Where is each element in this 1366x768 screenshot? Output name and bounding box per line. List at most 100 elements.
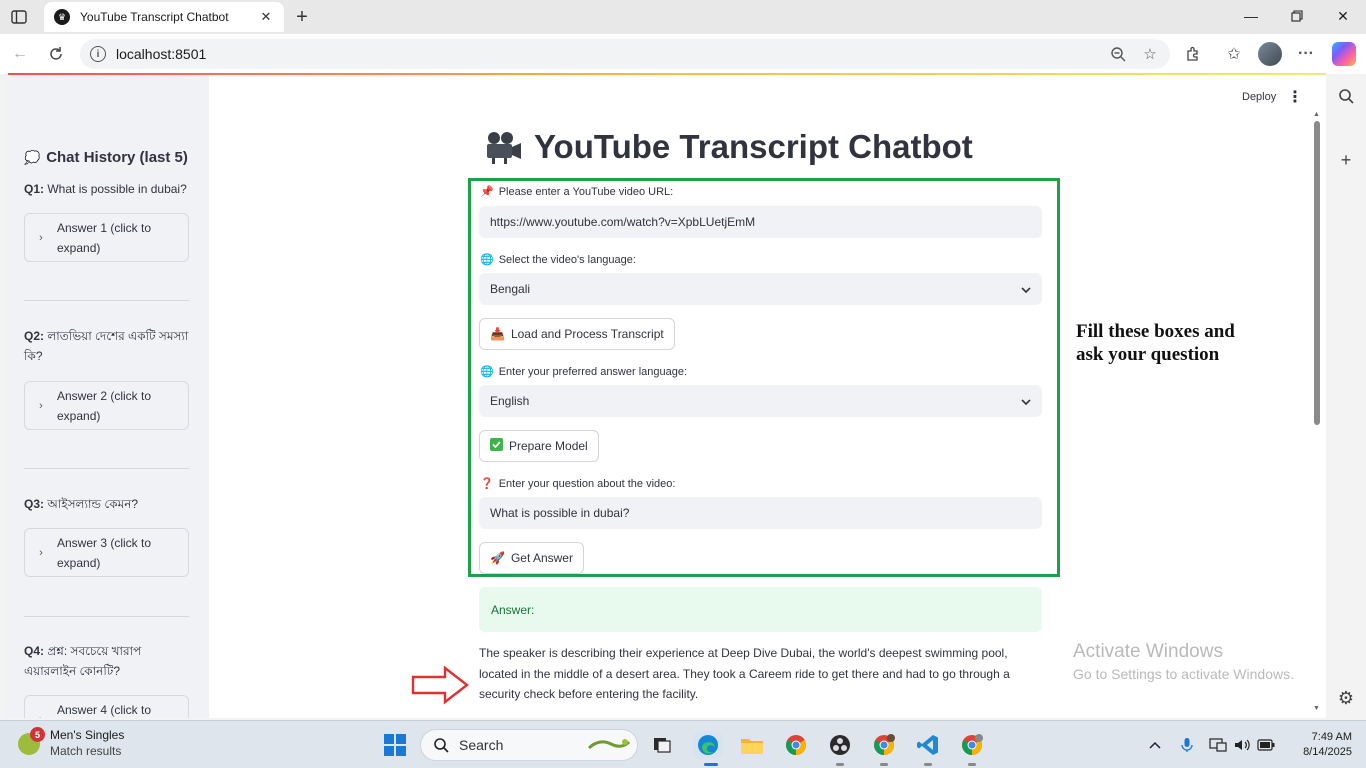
streamlit-favicon-icon: ♛ <box>54 9 70 25</box>
history-question: Q2: লাতভিয়া দেশের একটি সমস্যা কি? <box>24 329 189 363</box>
rocket-icon: 🚀 <box>490 551 505 565</box>
answer-expander-label: Answer 3 (click to expand) <box>57 535 152 570</box>
history-question: Q3: আইসল্যান্ড কেমন? <box>24 497 139 511</box>
close-tab-icon[interactable]: ✕ <box>258 9 274 25</box>
news-subtitle: Match results <box>50 744 122 758</box>
globe-icon: 🌐 <box>480 254 494 266</box>
divider <box>24 616 189 617</box>
profile-avatar[interactable] <box>1258 42 1282 66</box>
windows-start-icon[interactable] <box>384 734 406 756</box>
chevron-right-icon: › <box>39 231 43 244</box>
battery-icon[interactable] <box>1256 735 1276 755</box>
close-window-icon[interactable]: ✕ <box>1320 0 1366 32</box>
inbox-tray-icon: 📥 <box>490 327 505 341</box>
page-title-text: YouTube Transcript Chatbot <box>534 128 973 165</box>
browser-toolbar: ← i localhost:8501 ☆ ✩ ··· <box>0 34 1366 74</box>
chevron-down-icon <box>1021 282 1031 296</box>
question-mark-icon: ❓ <box>480 478 494 490</box>
page-title: YouTube Transcript Chatbot <box>484 128 973 166</box>
main-menu-icon[interactable]: ⋮ <box>1287 89 1303 106</box>
file-explorer-icon[interactable] <box>738 731 766 759</box>
edge-browser-icon[interactable] <box>694 731 722 759</box>
network-icon[interactable] <box>1208 735 1228 755</box>
browser-sidebar: + ⚙ <box>1326 74 1366 718</box>
answer-expander-label: Answer 2 (click to expand) <box>57 388 152 423</box>
task-view-icon[interactable] <box>648 731 676 759</box>
copilot-icon[interactable] <box>1332 42 1356 66</box>
tab-actions-icon[interactable] <box>8 6 30 28</box>
answer-expander[interactable]: › Answer 2 (click to expand) <box>24 381 189 430</box>
microphone-icon[interactable] <box>1177 735 1197 755</box>
annotation-note: Fill these boxes and ask your question <box>1076 321 1235 365</box>
search-highlight-icon <box>587 739 631 750</box>
notification-badge: 5 <box>30 727 45 742</box>
pushpin-icon: 📌 <box>480 186 494 198</box>
news-widget[interactable]: 5 Men's Singles Match results <box>16 727 124 759</box>
favorite-star-icon[interactable]: ☆ <box>1138 42 1162 66</box>
answer-expander[interactable]: › Answer 1 (click to expand) <box>24 213 189 262</box>
answer-language-label: 🌐 Enter your preferred answer language: <box>480 365 688 379</box>
browser-tab-strip: ♛ YouTube Transcript Chatbot ✕ + — ✕ <box>0 0 1366 34</box>
clock-time: 7:49 AM <box>1311 731 1352 743</box>
history-question: Q1: What is possible in dubai? <box>24 182 187 196</box>
minimize-icon[interactable]: — <box>1228 0 1274 32</box>
extensions-icon[interactable] <box>1181 42 1205 66</box>
chrome-profile-icon[interactable] <box>870 731 898 759</box>
show-hidden-icons-icon[interactable] <box>1145 735 1165 755</box>
running-app-indicator <box>924 763 932 766</box>
prepare-model-button[interactable]: Prepare Model <box>479 430 599 462</box>
chrome-icon[interactable] <box>782 731 810 759</box>
volume-icon[interactable] <box>1232 735 1252 755</box>
sidebar-title-text: Chat History (last 5) <box>46 149 188 166</box>
annotation-arrow-icon <box>411 665 469 705</box>
obs-icon[interactable] <box>826 731 854 759</box>
chevron-down-icon <box>1021 394 1031 408</box>
question-input[interactable]: What is possible in dubai? <box>479 497 1042 529</box>
load-transcript-button[interactable]: 📥 Load and Process Transcript <box>479 318 675 350</box>
vscode-icon[interactable] <box>914 731 942 759</box>
answer-expander-label: Answer 4 (click to expand) <box>57 702 152 717</box>
system-clock[interactable]: 7:49 AM 8/14/2025 <box>1282 730 1352 760</box>
sidebar-title: 💭 Chat History (last 5) <box>24 149 188 166</box>
sidebar-search-icon[interactable] <box>1334 84 1358 108</box>
back-icon[interactable]: ← <box>8 42 32 66</box>
favorites-icon[interactable]: ✩ <box>1222 42 1246 66</box>
restore-icon[interactable] <box>1274 0 1320 32</box>
answer-text: The speaker is describing their experien… <box>479 646 1010 701</box>
refresh-icon[interactable] <box>44 42 68 66</box>
video-language-select[interactable]: Bengali <box>479 273 1042 305</box>
new-tab-icon[interactable]: + <box>290 5 314 29</box>
search-icon <box>434 738 449 753</box>
url-text: localhost:8501 <box>116 46 207 62</box>
tab-title: YouTube Transcript Chatbot <box>80 10 229 24</box>
zoom-icon[interactable] <box>1106 42 1130 66</box>
chrome-profile-2-icon[interactable] <box>958 731 986 759</box>
windows-activation-watermark: Activate Windows Go to Settings to activ… <box>1073 641 1294 682</box>
url-input[interactable]: https://www.youtube.com/watch?v=XpbLUetj… <box>479 206 1042 238</box>
more-menu-icon[interactable]: ··· <box>1294 42 1318 66</box>
chevron-right-icon: › <box>39 546 43 559</box>
scrollbar-thumb[interactable] <box>1314 121 1320 425</box>
address-bar[interactable]: i localhost:8501 ☆ <box>80 39 1170 69</box>
site-info-icon[interactable]: i <box>90 46 106 62</box>
globe-icon: 🌐 <box>480 366 494 378</box>
sidebar-add-icon[interactable]: + <box>1334 148 1358 172</box>
answer-expander[interactable]: › Answer 4 (click to expand) <box>24 695 189 718</box>
history-question: Q4: প্রশ্ন: সবচেয়ে খারাপ এয়ারলাইন কোনট… <box>24 644 142 678</box>
running-app-indicator <box>880 763 888 766</box>
clock-date: 8/14/2025 <box>1303 746 1352 758</box>
check-mark-icon <box>490 438 503 454</box>
sidebar-settings-icon[interactable]: ⚙ <box>1334 686 1358 710</box>
taskbar-search[interactable]: Search <box>420 729 638 761</box>
running-app-indicator <box>968 763 976 766</box>
browser-tab[interactable]: ♛ YouTube Transcript Chatbot ✕ <box>44 2 284 32</box>
speech-bubble-icon: 💭 <box>24 149 41 165</box>
deploy-button[interactable]: Deploy <box>1242 91 1276 103</box>
get-answer-button[interactable]: 🚀 Get Answer <box>479 542 584 574</box>
movie-camera-icon <box>487 132 521 164</box>
scroll-down-icon[interactable]: ▼ <box>1313 705 1320 712</box>
streamlit-page: 💭 Chat History (last 5) Q1: What is poss… <box>4 75 1326 718</box>
answer-expander[interactable]: › Answer 3 (click to expand) <box>24 528 189 577</box>
answer-language-select[interactable]: English <box>479 385 1042 417</box>
scroll-up-icon[interactable]: ▲ <box>1313 111 1320 118</box>
